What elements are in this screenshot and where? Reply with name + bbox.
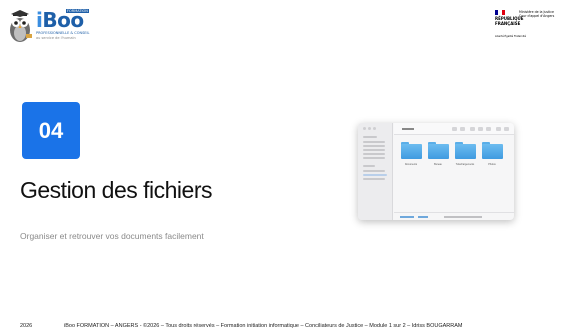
section-number-badge: 04 <box>22 102 80 159</box>
french-flag-icon <box>495 10 505 15</box>
finder-window-title <box>402 128 414 130</box>
logo-subtitle: PROFESSIONNELLE & CONSEIL <box>36 31 90 35</box>
slide-subtitle: Organiser et retrouver vos documents fac… <box>20 231 204 241</box>
republic-motto: Liberté Égalité Fraternité <box>495 35 527 38</box>
iboo-logo: iBoo FORMATION PROFESSIONNELLE & CONSEIL… <box>6 8 90 46</box>
iboo-wordmark: iBoo <box>36 8 84 32</box>
finder-sidebar <box>358 123 393 220</box>
footer-text: iBoo FORMATION – ANGERS - ©2026 – Tous d… <box>64 323 463 329</box>
owl-mascot-icon <box>10 10 32 42</box>
finder-window-illustration: Documents Bureau Téléchargements Photos <box>358 123 514 220</box>
finder-status-bar <box>394 212 514 220</box>
slide-title: Gestion des fichiers <box>20 177 212 203</box>
logo-tagline: au service de l'humain <box>36 36 76 40</box>
folder-icon <box>428 142 449 159</box>
folder-icon <box>455 142 476 159</box>
folder-label: Documents <box>404 163 418 166</box>
folder-label: Téléchargements <box>455 163 475 166</box>
folder-icon <box>482 142 503 159</box>
folder-icon <box>401 142 422 159</box>
footer-year: 2026 <box>20 323 33 329</box>
window-controls <box>363 127 376 130</box>
ministry-name: Ministère de la Justice Cour d'appel d'A… <box>519 10 555 18</box>
republic-name: RÉPUBLIQUE FRANÇAISE <box>495 16 524 26</box>
government-logo: RÉPUBLIQUE FRANÇAISE Liberté Égalité Fra… <box>495 8 583 38</box>
folder-label: Bureau <box>434 163 442 166</box>
formation-tag: FORMATION <box>66 9 89 13</box>
finder-toolbar <box>394 123 514 135</box>
folder-label: Photos <box>488 163 496 166</box>
